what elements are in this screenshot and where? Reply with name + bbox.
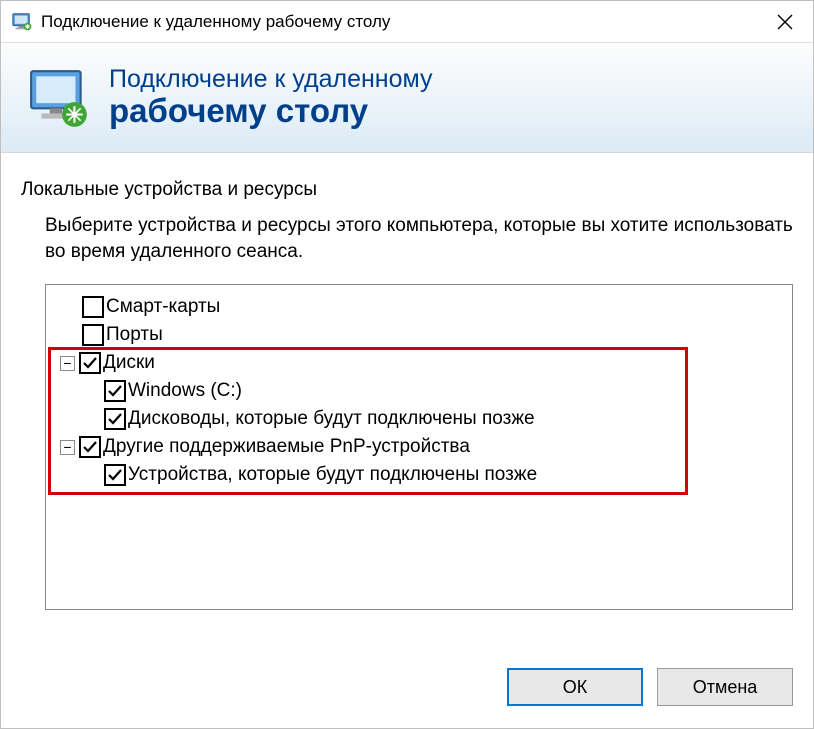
- banner-text: Подключение к удаленному рабочему столу: [109, 65, 433, 130]
- close-icon: [777, 14, 793, 30]
- tree-label: Смарт-карты: [106, 296, 220, 318]
- tree-label: Устройства, которые будут подключены поз…: [128, 464, 537, 486]
- button-label: Отмена: [693, 677, 758, 698]
- close-button[interactable]: [757, 1, 813, 42]
- checkbox-drive-c[interactable]: [104, 380, 126, 402]
- checkbox-smartcards[interactable]: [82, 296, 104, 318]
- button-label: ОК: [563, 677, 588, 698]
- section-description: Выберите устройства и ресурсы этого комп…: [45, 213, 793, 264]
- button-row: ОК Отмена: [1, 646, 813, 728]
- tree-label: Другие поддерживаемые PnP-устройства: [103, 436, 470, 458]
- banner-line2: рабочему столу: [109, 92, 433, 130]
- tree-label: Диски: [103, 352, 155, 374]
- collapse-icon[interactable]: −: [60, 356, 75, 371]
- rdc-app-icon: [11, 11, 33, 33]
- tree-item-drives-later[interactable]: Дисководы, которые будут подключены позж…: [52, 405, 786, 433]
- rdc-banner-icon: [27, 65, 93, 131]
- ok-button[interactable]: ОК: [507, 668, 643, 706]
- tree-item-drives[interactable]: − Диски: [52, 349, 786, 377]
- collapse-icon[interactable]: −: [60, 440, 75, 455]
- titlebar: Подключение к удаленному рабочему столу: [1, 1, 813, 43]
- tree-item-drive-c[interactable]: Windows (C:): [52, 377, 786, 405]
- banner: Подключение к удаленному рабочему столу: [1, 43, 813, 153]
- checkbox-pnp[interactable]: [79, 436, 101, 458]
- checkbox-drives-later[interactable]: [104, 408, 126, 430]
- cancel-button[interactable]: Отмена: [657, 668, 793, 706]
- section-title: Локальные устройства и ресурсы: [21, 179, 793, 201]
- tree-item-pnp[interactable]: − Другие поддерживаемые PnP-устройства: [52, 433, 786, 461]
- rdc-dialog: Подключение к удаленному рабочему столу …: [0, 0, 814, 729]
- tree-item-ports[interactable]: Порты: [52, 321, 786, 349]
- banner-line1: Подключение к удаленному: [109, 65, 433, 94]
- device-tree[interactable]: Смарт-карты Порты − Диски Windows (C:): [45, 284, 793, 610]
- checkbox-pnp-later[interactable]: [104, 464, 126, 486]
- tree-label: Порты: [106, 324, 163, 346]
- content-area: Локальные устройства и ресурсы Выберите …: [1, 153, 813, 646]
- titlebar-title: Подключение к удаленному рабочему столу: [41, 12, 757, 32]
- tree-label: Дисководы, которые будут подключены позж…: [128, 408, 535, 430]
- tree-item-pnp-later[interactable]: Устройства, которые будут подключены поз…: [52, 461, 786, 489]
- tree-item-smartcards[interactable]: Смарт-карты: [52, 293, 786, 321]
- checkbox-ports[interactable]: [82, 324, 104, 346]
- checkbox-drives[interactable]: [79, 352, 101, 374]
- tree-label: Windows (C:): [128, 380, 242, 402]
